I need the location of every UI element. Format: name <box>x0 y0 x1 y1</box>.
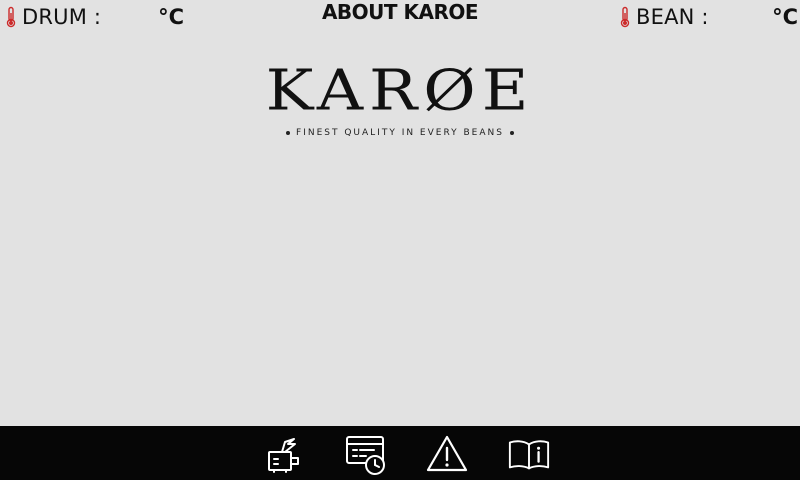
bean-temperature: BEAN : °C <box>618 4 798 30</box>
nav-recipe-history-button[interactable] <box>344 433 388 475</box>
logo-tagline: FINEST QUALITY IN EVERY BEANS <box>296 128 504 138</box>
bean-label: BEAN : <box>636 5 709 29</box>
logo-wordmark: KARØE <box>265 58 535 124</box>
nav-manual-button[interactable] <box>507 433 551 475</box>
roaster-icon <box>268 438 299 473</box>
brand-logo: KARØE FINEST QUALITY IN EVERY BEANS <box>250 60 550 155</box>
logo-tagline-row: FINEST QUALITY IN EVERY BEANS <box>250 128 550 138</box>
tagline-dot-left <box>286 131 291 135</box>
bean-unit: °C <box>772 5 798 29</box>
bottom-nav-bar <box>0 426 800 480</box>
tagline-dot-right <box>509 131 514 135</box>
recipe-history-icon <box>346 436 385 475</box>
nav-warning-button[interactable] <box>425 433 469 475</box>
warning-icon <box>426 435 468 472</box>
bottom-nav <box>0 426 800 480</box>
manual-info-icon <box>508 440 550 470</box>
nav-roaster-button[interactable] <box>262 433 306 475</box>
top-status-bar: DRUM : °C ABOUT KAROE BEAN : °C <box>0 0 800 34</box>
thermometer-icon <box>620 6 630 28</box>
